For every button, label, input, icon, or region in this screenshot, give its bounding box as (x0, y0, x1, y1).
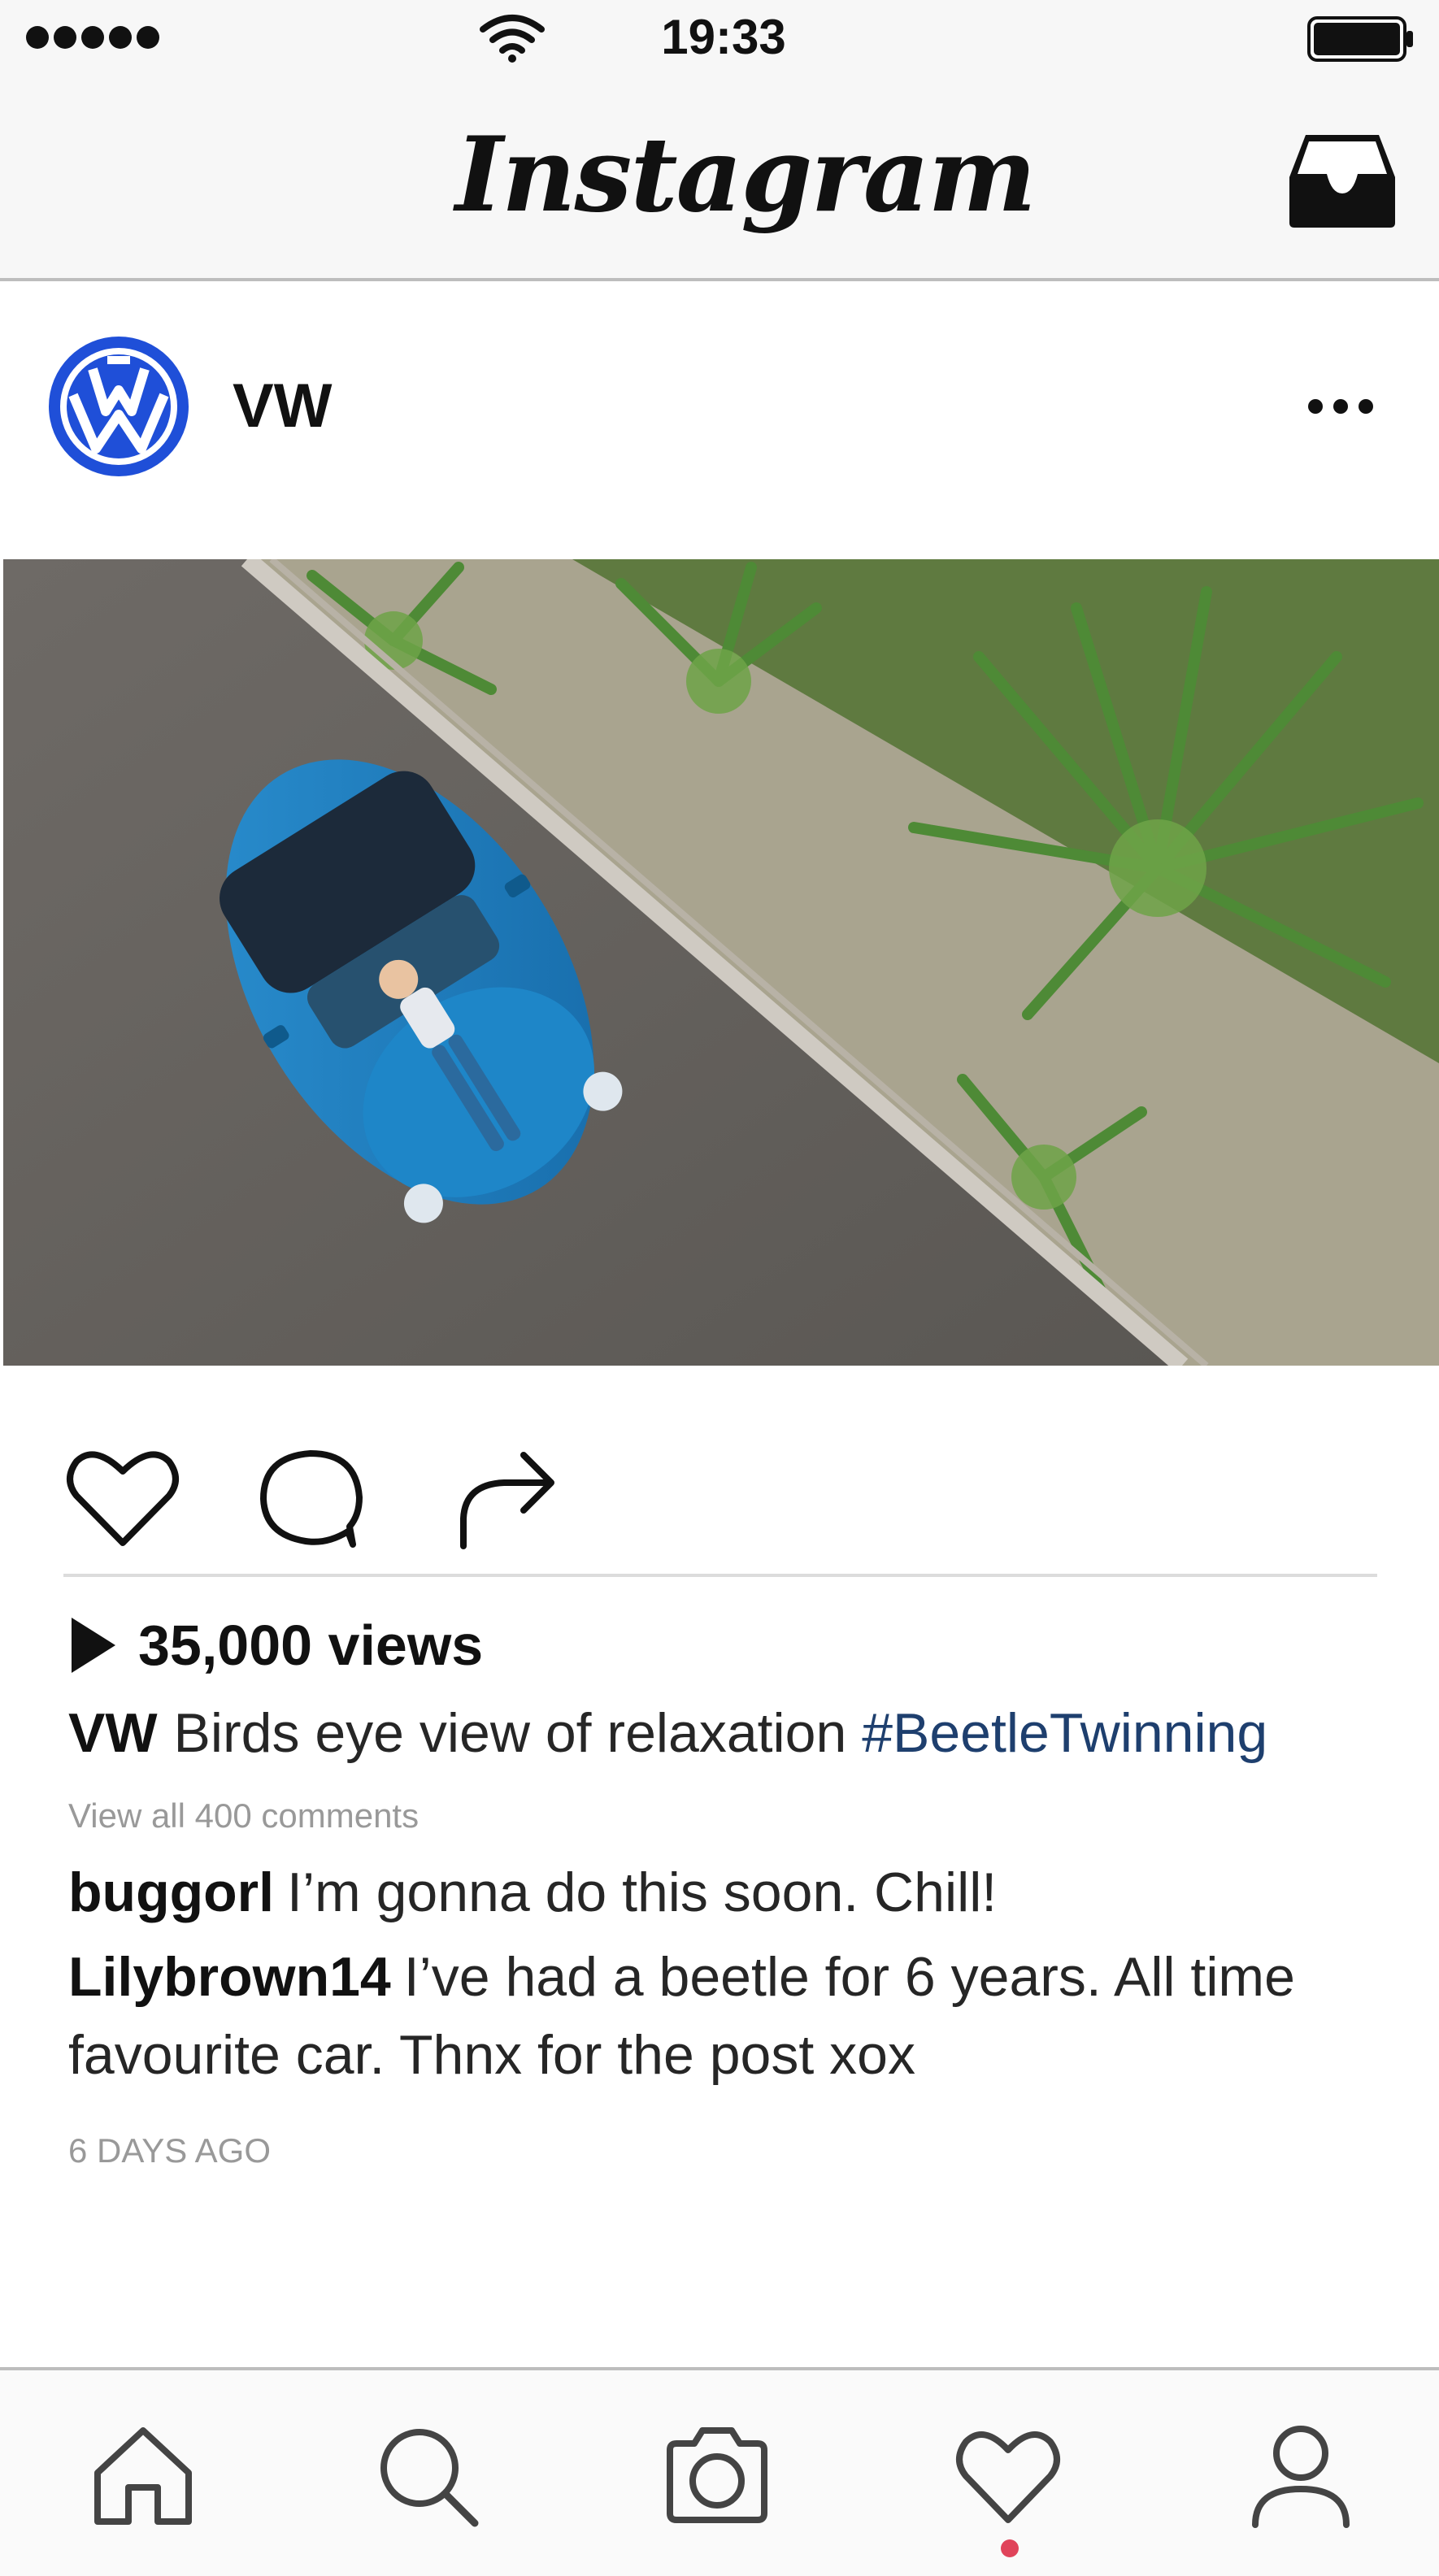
tab-bar (0, 2367, 1439, 2576)
inbox-tray-icon[interactable] (1286, 130, 1398, 231)
signal-dots-icon (26, 26, 159, 49)
post-caption: VW Birds eye view of relaxation #BeetleTw… (68, 1692, 1402, 1774)
comment-bubble-icon[interactable] (252, 1437, 374, 1559)
heart-icon[interactable] (951, 2419, 1065, 2533)
comment-text: I’m gonna do this soon. Chill! (287, 1861, 998, 1923)
caption-text: Birds eye view of relaxation (173, 1702, 847, 1764)
play-icon (72, 1618, 115, 1673)
instagram-logo: Instagram (455, 115, 1037, 235)
post-header: VW (0, 285, 1439, 559)
caption-hashtag[interactable]: #BeetleTwinning (862, 1702, 1267, 1764)
post-actions (0, 1366, 1439, 1577)
camera-icon[interactable] (660, 2419, 774, 2533)
notification-dot (1001, 2539, 1019, 2557)
comment-item: Lilybrown14 I’ve had a beetle for 6 years… (68, 1938, 1393, 2094)
wifi-icon (480, 15, 545, 63)
caption-username[interactable]: VW (68, 1702, 158, 1764)
battery-icon (1307, 16, 1413, 62)
share-arrow-icon[interactable] (447, 1434, 569, 1556)
views-row: 35,000 views (68, 1605, 800, 1686)
heart-icon[interactable] (62, 1437, 184, 1559)
profile-icon[interactable] (1244, 2419, 1358, 2533)
post-timestamp: 6 DAYS AGO (68, 2131, 271, 2170)
comment-item: buggorl I’m gonna do this soon. Chill! (68, 1853, 1393, 1931)
post-photo[interactable] (3, 559, 1439, 1366)
view-all-comments-link[interactable]: View all 400 comments (68, 1792, 800, 1840)
home-icon[interactable] (86, 2419, 200, 2533)
vw-logo[interactable] (46, 333, 192, 480)
actions-divider (63, 1574, 1377, 1577)
more-dots-icon[interactable] (1304, 390, 1377, 423)
post-account-name[interactable]: VW (233, 366, 558, 447)
view-count: 35,000 views (138, 1614, 484, 1677)
nav-bar: Instagram (0, 73, 1439, 281)
status-time: 19:33 (661, 10, 786, 64)
search-icon[interactable] (371, 2419, 485, 2533)
comment-username[interactable]: buggorl (68, 1861, 274, 1923)
comment-username[interactable]: Lilybrown14 (68, 1946, 391, 2008)
status-bar: 19:33 (0, 0, 1439, 73)
